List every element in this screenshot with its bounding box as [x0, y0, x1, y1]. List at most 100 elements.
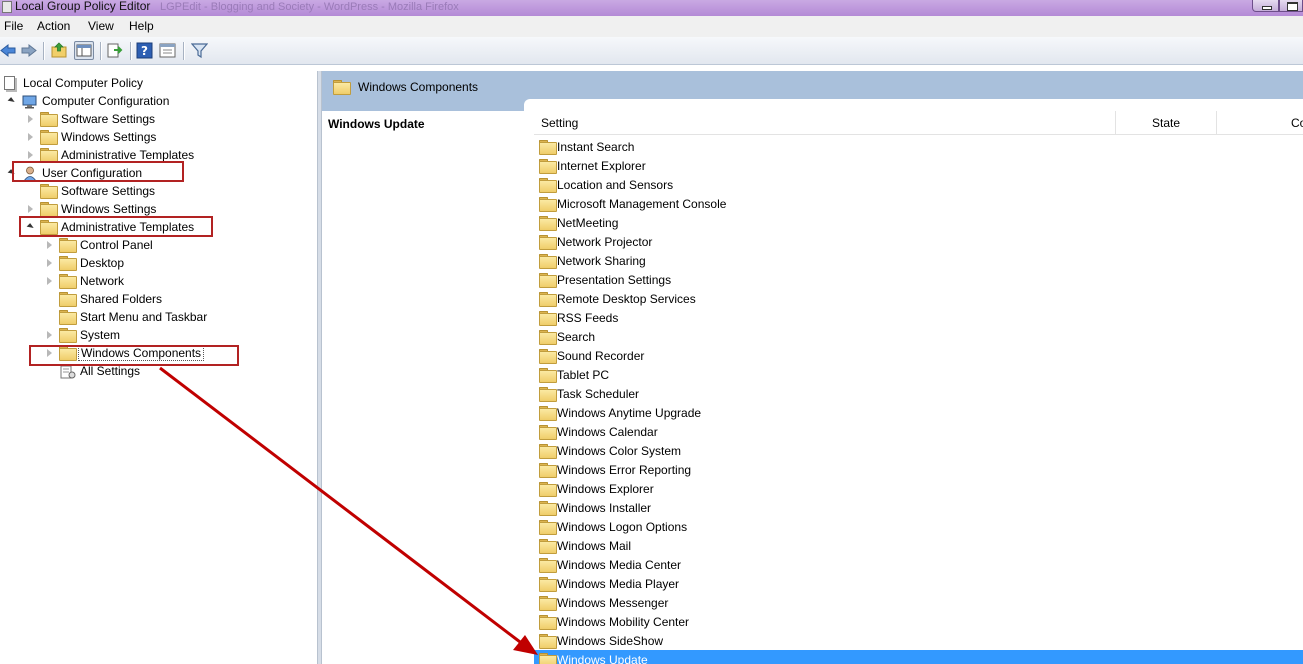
- list-item[interactable]: Network Sharing: [534, 251, 1303, 270]
- list-item[interactable]: RSS Feeds: [534, 308, 1303, 327]
- menu-help[interactable]: Help: [129, 19, 154, 33]
- back-icon[interactable]: [0, 42, 17, 59]
- list-item[interactable]: Windows Explorer: [534, 479, 1303, 498]
- folder-icon: [40, 130, 58, 145]
- properties-view-icon[interactable]: [159, 42, 176, 59]
- up-folder-icon[interactable]: [51, 42, 68, 59]
- list-item[interactable]: Windows Update: [534, 650, 1303, 664]
- tree-item-network[interactable]: Network: [0, 272, 317, 290]
- menu-file[interactable]: File: [4, 19, 23, 33]
- list-item[interactable]: Windows Media Center: [534, 555, 1303, 574]
- tree-item-local-computer-policy[interactable]: Local Computer Policy: [0, 74, 317, 92]
- list-item-label: Remote Desktop Services: [557, 292, 696, 306]
- tree-item-cc-software-settings[interactable]: Software Settings: [0, 110, 317, 128]
- tree-item-computer-configuration[interactable]: Computer Configuration: [0, 92, 317, 110]
- collapsed-arrow-icon[interactable]: [47, 277, 52, 285]
- folder-icon: [539, 463, 557, 478]
- tree-item-control-panel[interactable]: Control Panel: [0, 236, 317, 254]
- list-item[interactable]: Microsoft Management Console: [534, 194, 1303, 213]
- collapsed-arrow-icon[interactable]: [47, 241, 52, 249]
- menu-view[interactable]: View: [88, 19, 114, 33]
- show-hide-tree-icon[interactable]: [74, 41, 94, 60]
- folder-icon: [539, 425, 557, 440]
- collapsed-arrow-icon[interactable]: [28, 115, 33, 123]
- folder-icon: [59, 256, 77, 271]
- forward-icon[interactable]: [20, 42, 37, 59]
- tree-item-start-menu-and-taskbar[interactable]: Start Menu and Taskbar: [0, 308, 317, 326]
- list-item[interactable]: Network Projector: [534, 232, 1303, 251]
- folder-icon: [59, 292, 77, 307]
- tree-item-system[interactable]: System: [0, 326, 317, 344]
- list-item[interactable]: Internet Explorer: [534, 156, 1303, 175]
- collapsed-arrow-icon[interactable]: [47, 259, 52, 267]
- all-settings-icon: [60, 365, 76, 382]
- maximize-button[interactable]: [1279, 0, 1303, 12]
- policy-document-icon: [4, 76, 15, 90]
- tree-item-uc-software-settings[interactable]: Software Settings: [0, 182, 317, 200]
- list-item[interactable]: Windows Error Reporting: [534, 460, 1303, 479]
- folder-icon: [539, 406, 557, 421]
- minimize-button[interactable]: [1252, 0, 1279, 12]
- tree-label: All Settings: [80, 364, 141, 378]
- help-icon[interactable]: ?: [136, 42, 153, 59]
- list-item-label: Windows Color System: [557, 444, 682, 458]
- folder-icon: [539, 254, 557, 269]
- list-item[interactable]: Windows Mail: [534, 536, 1303, 555]
- column-header-label: Setting: [541, 116, 579, 130]
- list-item[interactable]: Presentation Settings: [534, 270, 1303, 289]
- list-item[interactable]: Windows Color System: [534, 441, 1303, 460]
- filter-icon[interactable]: [190, 42, 209, 59]
- folder-icon: [539, 482, 557, 497]
- tree-label: System: [80, 328, 121, 342]
- list-item[interactable]: Windows Mobility Center: [534, 612, 1303, 631]
- list-item-label: NetMeeting: [557, 216, 619, 230]
- collapsed-arrow-icon[interactable]: [28, 205, 33, 213]
- list-item[interactable]: Windows Installer: [534, 498, 1303, 517]
- column-header-comment[interactable]: Co: [1217, 111, 1303, 135]
- list-item[interactable]: Tablet PC: [534, 365, 1303, 384]
- list-item-label: Location and Sensors: [557, 178, 674, 192]
- folder-icon: [539, 558, 557, 573]
- column-header-state[interactable]: State: [1116, 111, 1217, 135]
- list-item[interactable]: Windows Calendar: [534, 422, 1303, 441]
- tree-label: Software Settings: [61, 184, 156, 198]
- details-header-title: Windows Components: [358, 80, 479, 94]
- collapsed-arrow-icon[interactable]: [47, 331, 52, 339]
- list-item-label: RSS Feeds: [557, 311, 619, 325]
- folder-icon: [539, 501, 557, 516]
- list-item[interactable]: Windows SideShow: [534, 631, 1303, 650]
- svg-text:?: ?: [141, 44, 148, 58]
- list-item[interactable]: Instant Search: [534, 137, 1303, 156]
- export-list-icon[interactable]: [106, 42, 123, 59]
- list-item[interactable]: Windows Messenger: [534, 593, 1303, 612]
- tree-label: Desktop: [80, 256, 125, 270]
- collapsed-arrow-icon[interactable]: [28, 151, 33, 159]
- collapsed-arrow-icon[interactable]: [28, 133, 33, 141]
- list-item[interactable]: Remote Desktop Services: [534, 289, 1303, 308]
- details-header: Windows Components: [322, 71, 1303, 101]
- list-item[interactable]: Sound Recorder: [534, 346, 1303, 365]
- list-item[interactable]: Task Scheduler: [534, 384, 1303, 403]
- folder-icon: [333, 80, 351, 95]
- folder-icon: [59, 274, 77, 289]
- menu-bar: File Action View Help: [0, 16, 1303, 37]
- tree-item-shared-folders[interactable]: Shared Folders: [0, 290, 317, 308]
- tree-item-cc-windows-settings[interactable]: Windows Settings: [0, 128, 317, 146]
- list-item[interactable]: Location and Sensors: [534, 175, 1303, 194]
- list-item[interactable]: Search: [534, 327, 1303, 346]
- list-item[interactable]: NetMeeting: [534, 213, 1303, 232]
- expanded-arrow-icon[interactable]: [7, 97, 16, 105]
- column-header-setting[interactable]: Setting: [534, 111, 1116, 135]
- list-item-label: Windows Update: [557, 653, 648, 664]
- list-item-label: Windows Error Reporting: [557, 463, 692, 477]
- list-item[interactable]: Windows Media Player: [534, 574, 1303, 593]
- folder-icon: [539, 596, 557, 611]
- list-item[interactable]: Windows Logon Options: [534, 517, 1303, 536]
- list-item[interactable]: Windows Anytime Upgrade: [534, 403, 1303, 422]
- menu-action[interactable]: Action: [37, 19, 70, 33]
- folder-icon: [59, 310, 77, 325]
- list-item-label: Windows Messenger: [557, 596, 669, 610]
- background-window-title: LGPEdit - Blogging and Society - WordPre…: [160, 1, 459, 13]
- folder-icon: [539, 197, 557, 212]
- tree-item-desktop[interactable]: Desktop: [0, 254, 317, 272]
